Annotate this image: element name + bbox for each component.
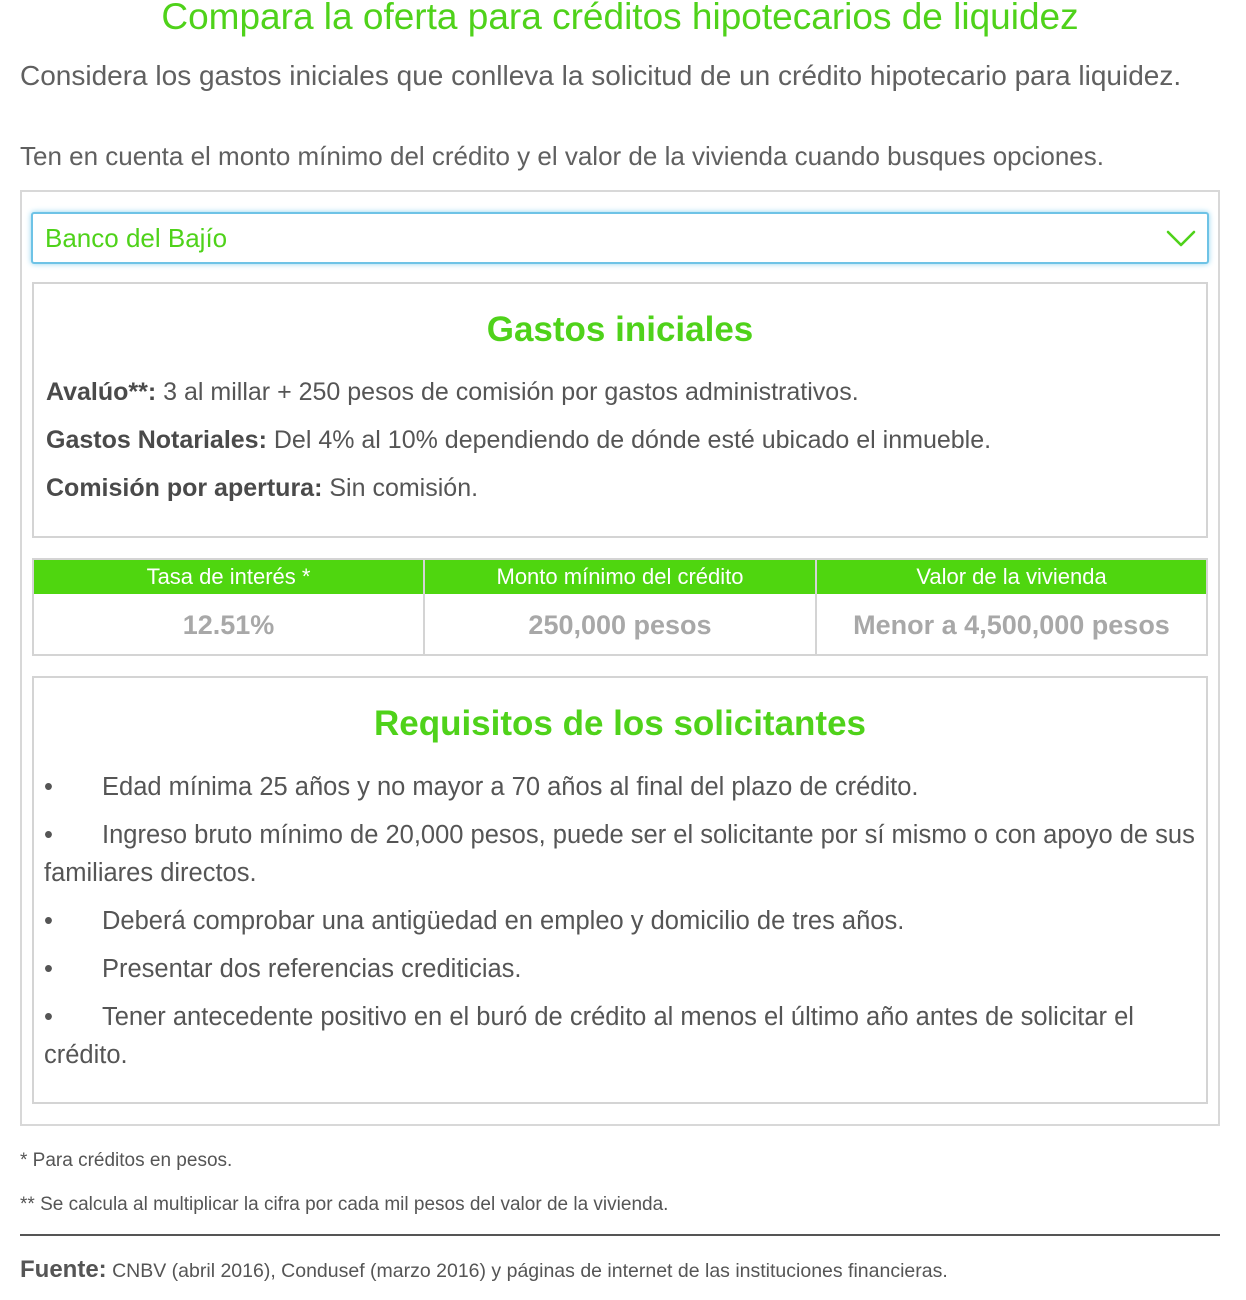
table-header: Valor de la vivienda — [817, 560, 1206, 594]
gastos-title: Gastos iniciales — [486, 310, 754, 349]
column-divider — [815, 560, 817, 656]
bullet: • — [44, 907, 53, 935]
list-item: • Presentar dos referencias crediticias. — [44, 950, 1204, 988]
requisitos-box: Requisitos de los solicitantes • Edad mín… — [32, 676, 1208, 1104]
list-item: • Tener antecedente positivo en el buró d… — [44, 998, 1204, 1074]
divider — [20, 1234, 1220, 1236]
gastos-item-label: Comisión por apertura: — [46, 474, 323, 502]
intro-text: Considera los gastos iniciales que conll… — [20, 60, 1182, 91]
table-header: Tasa de interés * — [34, 560, 423, 594]
footnote: ** Se calcula al multiplicar la cifra po… — [20, 1194, 669, 1215]
gastos-item: Comisión por apertura: Sin comisión. — [46, 474, 478, 503]
gastos-item-text: 3 al millar + 250 pesos de comisión por … — [156, 378, 859, 406]
gastos-item-text: Sin comisión. — [322, 474, 479, 502]
gastos-iniciales-box: Gastos iniciales Avalúo**: 3 al millar +… — [32, 282, 1208, 538]
list-item: • Edad mínima 25 años y no mayor a 70 año… — [44, 768, 1204, 806]
table-cell: 12.51% — [182, 610, 275, 640]
source-note: Fuente: CNBV (abril 2016), Condusef (mar… — [20, 1256, 948, 1284]
gastos-item: Gastos Notariales: Del 4% al 10% dependi… — [46, 426, 991, 455]
bank-select[interactable]: Banco del Bajío — [31, 212, 1209, 264]
source-label: Fuente: — [20, 1256, 107, 1283]
table-header: Monto mínimo del crédito — [425, 560, 815, 594]
requisitos-title: Requisitos de los solicitantes — [373, 704, 867, 743]
table-cell: Menor a 4,500,000 pesos — [853, 610, 1170, 640]
bullet: • — [44, 821, 53, 849]
intro-text-secondary: Ten en cuenta el monto mínimo del crédit… — [20, 141, 1104, 171]
gastos-item-label: Avalúo**: — [46, 378, 157, 406]
column-divider — [423, 560, 425, 656]
bullet: • — [44, 955, 53, 983]
list-item-text: Tener antecedente positivo en el buró de… — [44, 1003, 1134, 1069]
list-item: • Ingreso bruto mínimo de 20,000 pesos, p… — [44, 816, 1204, 892]
list-item-text: Deberá comprobar una antigüedad en emple… — [102, 907, 905, 935]
list-item-text: Ingreso bruto mínimo de 20,000 pesos, pu… — [44, 821, 1195, 887]
footnote: * Para créditos en pesos. — [20, 1150, 233, 1171]
bank-select-value: Banco del Bajío — [45, 223, 228, 253]
source-text: CNBV (abril 2016), Condusef (marzo 2016)… — [106, 1260, 948, 1282]
table-cell: 250,000 pesos — [528, 610, 712, 640]
list-item-text: Edad mínima 25 años y no mayor a 70 años… — [102, 773, 919, 801]
gastos-item-text: Del 4% al 10% dependiendo de dónde esté … — [266, 426, 992, 454]
page-title: Compara la oferta para créditos hipoteca… — [161, 0, 1079, 37]
gastos-item-label: Gastos Notariales: — [46, 426, 267, 454]
list-item-text: Presentar dos referencias crediticias. — [102, 955, 522, 983]
gastos-item: Avalúo**: 3 al millar + 250 pesos de com… — [46, 378, 859, 407]
bullet: • — [44, 1003, 53, 1031]
list-item: • Deberá comprobar una antigüedad en empl… — [44, 902, 1204, 940]
bullet: • — [44, 773, 53, 801]
chevron-down-icon — [1166, 230, 1196, 247]
credit-table: Tasa de interés * Monto mínimo del crédi… — [32, 558, 1208, 656]
